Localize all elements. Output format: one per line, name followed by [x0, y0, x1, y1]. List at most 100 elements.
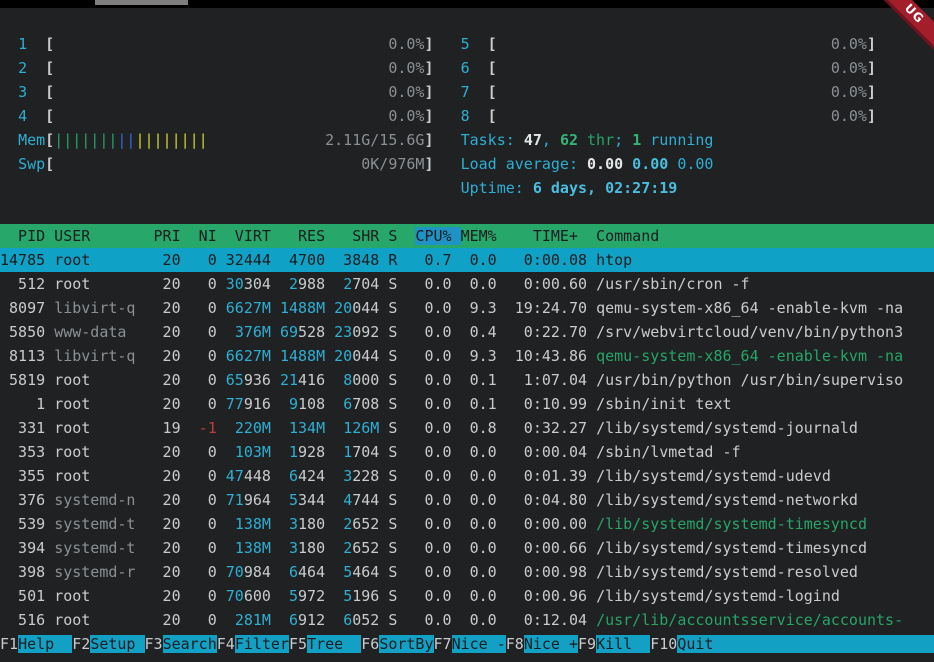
text	[397, 563, 415, 581]
fkey-label-setup[interactable]: Setup	[90, 635, 144, 653]
priority: 20	[154, 251, 181, 269]
text	[54, 83, 388, 101]
priority: 20	[154, 587, 181, 605]
process-row[interactable]: 376 systemd-n 20 0 71964 5344 4744 S 0.0…	[0, 488, 934, 512]
process-row[interactable]: 5850 www-data 20 0 376M 69528 23092 S 0.…	[0, 320, 934, 344]
fkey-label-sortby[interactable]: SortBy	[379, 635, 433, 653]
time: 0:00.08	[515, 251, 587, 269]
process-row[interactable]: 5819 root 20 0 65936 21416 8000 S 0.0 0.…	[0, 368, 934, 392]
text	[181, 563, 190, 581]
process-row[interactable]: 512 root 20 0 30304 2988 2704 S 0.0 0.0 …	[0, 272, 934, 296]
fkey-label-nice-[interactable]: Nice -	[452, 635, 506, 653]
text	[334, 587, 343, 605]
text	[280, 563, 289, 581]
text	[45, 275, 54, 293]
text	[181, 611, 190, 629]
fkey-f6[interactable]: F6	[361, 635, 379, 653]
text	[587, 563, 596, 581]
text	[334, 275, 343, 293]
fkey-label-kill[interactable]: Kill	[596, 635, 650, 653]
meter-open-bracket: [	[488, 35, 497, 53]
cpu-usage: 0.0	[415, 323, 451, 341]
sort-column-header[interactable]: CPU%	[415, 227, 460, 245]
cpu-percent: 0.0%	[831, 35, 867, 53]
fkey-f8[interactable]: F8	[506, 635, 524, 653]
fkey-f7[interactable]: F7	[434, 635, 452, 653]
text	[45, 515, 54, 533]
fkey-f4[interactable]: F4	[217, 635, 235, 653]
text: 988	[298, 275, 325, 293]
text	[587, 371, 596, 389]
res: 6	[289, 611, 298, 629]
text	[145, 371, 154, 389]
fkey-label-filter[interactable]: Filter	[235, 635, 289, 653]
text	[181, 275, 190, 293]
process-row[interactable]: 501 root 20 0 70600 5972 5196 S 0.0 0.0 …	[0, 584, 934, 608]
text	[45, 323, 54, 341]
priority: 20	[154, 515, 181, 533]
fkey-f5[interactable]: F5	[289, 635, 307, 653]
text	[497, 59, 831, 77]
cpu-usage: 0.0	[415, 539, 451, 557]
cpu-usage: 0.0	[415, 347, 451, 365]
cpu-meter-row-2: 2 [ 0.0%] 6 [ 0.0%]	[0, 56, 934, 80]
text: 916	[244, 395, 271, 413]
pid: 355	[0, 467, 45, 485]
fkey-f9[interactable]: F9	[578, 635, 596, 653]
virt: 103M	[235, 443, 271, 461]
process-row[interactable]: 8097 libvirt-q 20 0 6627M 1488M 20044 S …	[0, 296, 934, 320]
text	[0, 131, 18, 149]
text	[497, 467, 515, 485]
process-row[interactable]: 398 systemd-r 20 0 70984 6464 5464 S 0.0…	[0, 560, 934, 584]
text	[397, 467, 415, 485]
process-row[interactable]: 1 root 20 0 77916 9108 6708 S 0.0 0.1 0:…	[0, 392, 934, 416]
res: 1488M	[280, 347, 325, 365]
text	[379, 563, 388, 581]
nice: 0	[190, 611, 217, 629]
fkey-f3[interactable]: F3	[145, 635, 163, 653]
text: 052	[352, 611, 379, 629]
time: 10:43.86	[515, 347, 587, 365]
process-row[interactable]: 539 systemd-t 20 0 138M 3180 2652 S 0.0 …	[0, 512, 934, 536]
text	[280, 467, 289, 485]
fkey-f1[interactable]: F1	[0, 635, 18, 653]
user: root	[54, 251, 144, 269]
process-row[interactable]: 14785 root 20 0 32444 4700 3848 R 0.7 0.…	[0, 248, 934, 272]
process-row[interactable]: 8113 libvirt-q 20 0 6627M 1488M 20044 S …	[0, 344, 934, 368]
user: libvirt-q	[54, 347, 144, 365]
fkey-f2[interactable]: F2	[72, 635, 90, 653]
text	[397, 371, 415, 389]
process-row[interactable]: 355 root 20 0 47448 6424 3228 S 0.0 0.0 …	[0, 464, 934, 488]
pid: 5819	[0, 371, 45, 389]
user: root	[54, 443, 144, 461]
table-header-row[interactable]: PID USER PRI NI VIRT RES SHR S CPU% MEM%…	[0, 224, 934, 248]
text	[45, 419, 54, 437]
text: 964	[244, 491, 271, 509]
fkey-label-help[interactable]: Help	[18, 635, 72, 653]
mem-usage: 2.11G/15.6G	[325, 131, 424, 149]
text	[217, 611, 226, 629]
load-average-label: Load average:	[461, 155, 587, 173]
cpu-id: 7	[461, 83, 470, 101]
mem-usage: 0.0	[461, 467, 497, 485]
browser-tab[interactable]	[95, 0, 188, 5]
fkey-label-quit[interactable]: Quit	[677, 635, 934, 653]
time: 0:00.98	[515, 563, 587, 581]
process-row[interactable]: 394 systemd-t 20 0 138M 3180 2652 S 0.0 …	[0, 536, 934, 560]
virt: 77	[226, 395, 244, 413]
process-row[interactable]: 516 root 20 0 281M 6912 6052 S 0.0 0.0 0…	[0, 608, 934, 632]
fkey-label-search[interactable]: Search	[163, 635, 217, 653]
process-row[interactable]: 353 root 20 0 103M 1928 1704 S 0.0 0.0 0…	[0, 440, 934, 464]
nice: 0	[190, 299, 217, 317]
command: /lib/systemd/systemd-timesyncd	[596, 539, 867, 557]
text	[334, 395, 343, 413]
text	[587, 539, 596, 557]
fkey-label-nice+[interactable]: Nice +	[524, 635, 578, 653]
uptime-label: Uptime:	[461, 179, 533, 197]
text	[145, 323, 154, 341]
process-row[interactable]: 331 root 19 -1 220M 134M 126M S 0.0 0.8 …	[0, 416, 934, 440]
text	[325, 419, 334, 437]
fkey-label-tree[interactable]: Tree	[307, 635, 361, 653]
fkey-f10[interactable]: F10	[650, 635, 677, 653]
text	[452, 323, 461, 341]
